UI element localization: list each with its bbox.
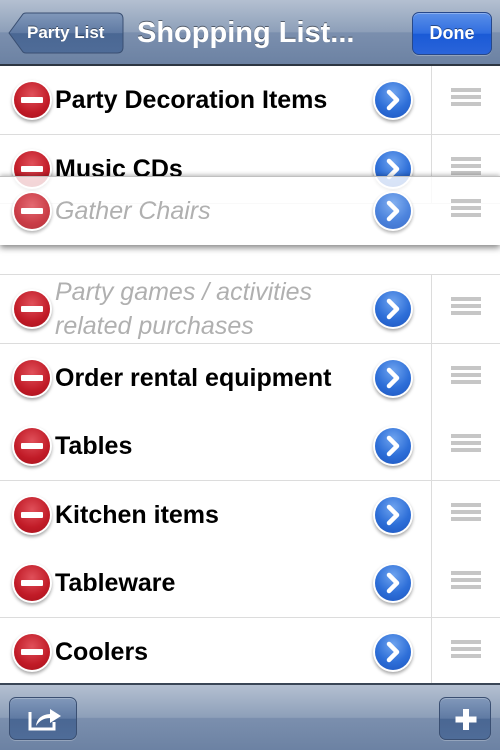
dragging-list-item[interactable]: Gather Chairs xyxy=(0,176,500,245)
item-label: Party games / activities related purchas… xyxy=(55,278,313,340)
done-button[interactable]: Done xyxy=(412,12,492,55)
disclosure-chevron-icon[interactable] xyxy=(375,497,411,533)
list-item[interactable]: Kitchen items xyxy=(0,481,500,550)
item-label: Gather Chairs xyxy=(55,197,211,225)
page-title: Shopping List... xyxy=(137,17,355,49)
plus-icon xyxy=(455,709,477,730)
item-label: Kitchen items xyxy=(55,501,219,529)
reorder-grip-icon[interactable] xyxy=(451,366,481,390)
list-item[interactable]: Tables xyxy=(0,412,500,481)
delete-icon[interactable] xyxy=(14,428,50,464)
disclosure-chevron-icon[interactable] xyxy=(375,193,411,229)
reorder-grip-icon[interactable] xyxy=(451,503,481,527)
item-label: Tables xyxy=(55,432,133,460)
delete-icon[interactable] xyxy=(14,193,50,229)
share-button[interactable] xyxy=(9,697,77,740)
bottom-toolbar xyxy=(0,683,500,750)
item-label: Party Decoration Items xyxy=(55,86,328,114)
disclosure-chevron-icon[interactable] xyxy=(375,428,411,464)
disclosure-chevron-icon[interactable] xyxy=(375,634,411,670)
item-label: Tableware xyxy=(55,569,176,597)
column-divider xyxy=(431,549,432,617)
list-item[interactable]: Coolers xyxy=(0,618,500,683)
reorder-grip-icon[interactable] xyxy=(451,434,481,458)
navigation-bar: Party List Shopping List... Done xyxy=(0,0,500,66)
list-item[interactable]: Order rental equipment xyxy=(0,344,500,413)
back-button[interactable]: Party List xyxy=(8,12,124,54)
delete-icon[interactable] xyxy=(14,291,50,327)
list-item[interactable]: Tableware xyxy=(0,549,500,618)
back-button-label: Party List xyxy=(27,23,105,42)
disclosure-chevron-icon[interactable] xyxy=(375,291,411,327)
disclosure-chevron-icon[interactable] xyxy=(375,565,411,601)
reorder-grip-icon[interactable] xyxy=(451,571,481,595)
list-item[interactable]: Party Decoration Items xyxy=(0,66,500,135)
delete-icon[interactable] xyxy=(14,82,50,118)
reorder-grip-icon[interactable] xyxy=(451,297,481,321)
list-item[interactable]: Party games / activities related purchas… xyxy=(0,275,500,344)
delete-icon[interactable] xyxy=(14,634,50,670)
column-divider xyxy=(431,275,432,343)
column-divider xyxy=(431,481,432,549)
disclosure-chevron-icon[interactable] xyxy=(375,82,411,118)
column-divider xyxy=(431,412,432,480)
reorder-grip-icon[interactable] xyxy=(451,88,481,112)
item-label: Order rental equipment xyxy=(55,364,332,392)
share-icon xyxy=(28,709,61,731)
column-divider xyxy=(431,344,432,412)
delete-icon[interactable] xyxy=(14,360,50,396)
column-divider xyxy=(431,618,432,683)
item-label: Coolers xyxy=(55,638,149,666)
reorder-grip-icon[interactable] xyxy=(451,640,481,664)
drop-placeholder-slot xyxy=(0,243,500,275)
shopping-list: Party Decoration Items Music CDs Party g… xyxy=(0,66,500,683)
disclosure-chevron-icon[interactable] xyxy=(375,360,411,396)
column-divider xyxy=(431,66,432,134)
reorder-grip-icon[interactable] xyxy=(451,199,481,223)
delete-icon[interactable] xyxy=(14,565,50,601)
add-button[interactable] xyxy=(439,697,491,740)
delete-icon[interactable] xyxy=(14,497,50,533)
